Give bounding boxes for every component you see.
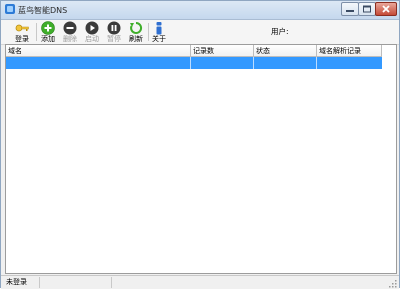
cell-records — [191, 57, 254, 69]
cell-domain — [6, 57, 191, 69]
minimize-icon — [346, 10, 354, 12]
info-icon — [156, 22, 162, 35]
title-bar: 蓝鸟智能DNS — [1, 1, 399, 20]
list-header: 域名 记录数 状态 域名解析记录 — [6, 45, 382, 57]
plus-circle-icon — [41, 21, 55, 35]
close-icon — [382, 5, 390, 13]
window-title: 蓝鸟智能DNS — [18, 6, 68, 15]
key-icon — [15, 24, 29, 32]
status-divider — [111, 277, 112, 288]
pause-icon — [107, 21, 121, 35]
refresh-icon — [130, 21, 143, 34]
maximize-icon — [363, 5, 371, 13]
user-label: 用户: — [271, 27, 289, 36]
cell-status — [254, 57, 317, 69]
play-icon — [85, 21, 99, 35]
table-row[interactable] — [6, 57, 382, 69]
about-button[interactable]: 关于 — [148, 21, 170, 43]
column-header-records[interactable]: 记录数 — [191, 45, 254, 57]
toolbar: 登录 添加 删除 启动 暂停 刷新 关于 用户: — [1, 20, 399, 45]
column-header-status[interactable]: 状态 — [254, 45, 317, 57]
column-header-resolution[interactable]: 域名解析记录 — [317, 45, 382, 57]
status-bar: 未登录 — [1, 275, 399, 289]
app-icon — [5, 4, 15, 14]
maximize-button[interactable] — [358, 2, 376, 16]
domain-list[interactable]: 域名 记录数 状态 域名解析记录 — [5, 44, 397, 274]
resize-grip-icon[interactable] — [389, 280, 397, 288]
status-divider — [39, 277, 40, 288]
column-header-domain[interactable]: 域名 — [6, 45, 191, 57]
status-text: 未登录 — [6, 278, 27, 286]
login-button[interactable]: 登录 — [11, 21, 33, 43]
app-window: 蓝鸟智能DNS 登录 添加 删除 启动 暂停 刷新 关于 用户: 域名 记录数 … — [0, 0, 400, 289]
minus-circle-icon — [63, 21, 77, 35]
about-label: 关于 — [152, 35, 166, 43]
cell-resolution — [317, 57, 382, 69]
close-button[interactable] — [375, 2, 397, 16]
minimize-button[interactable] — [341, 2, 359, 16]
